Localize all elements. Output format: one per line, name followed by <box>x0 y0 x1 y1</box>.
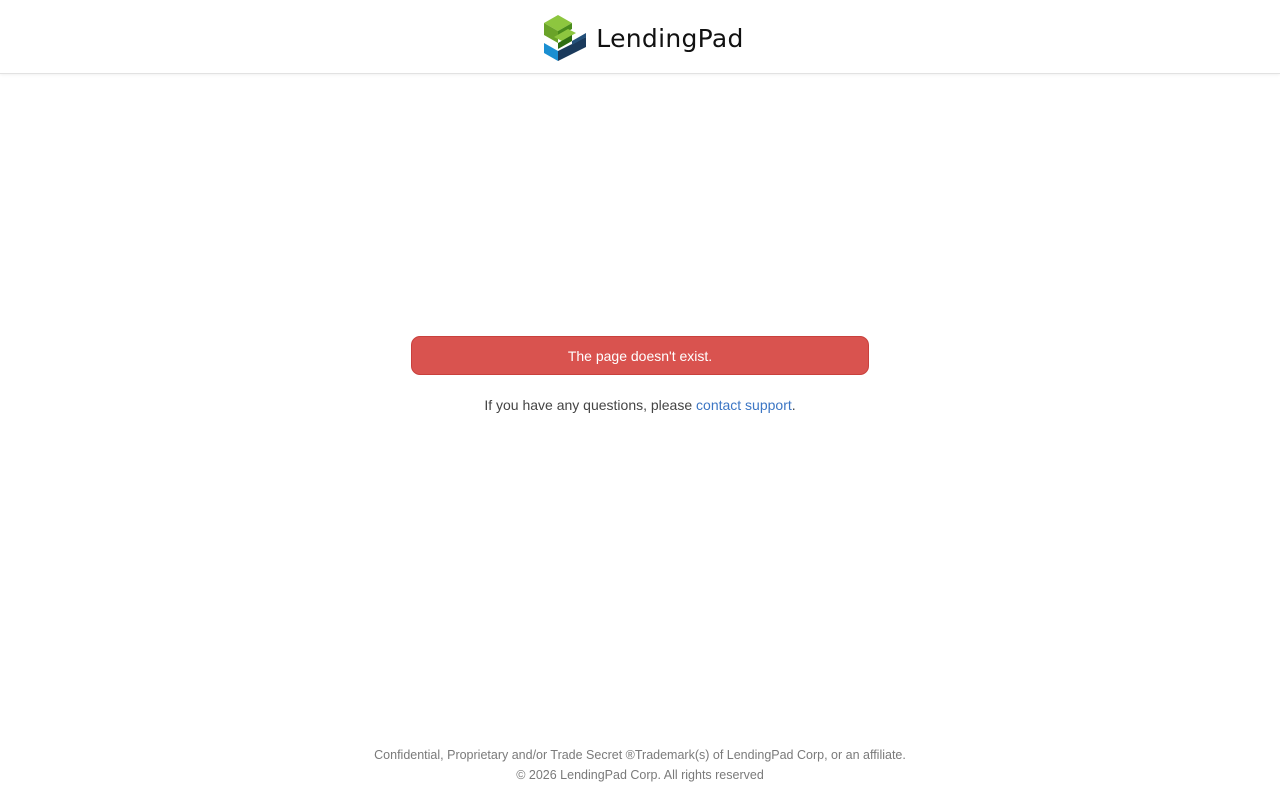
error-message: The page doesn't exist. <box>567 347 713 364</box>
footer-confidential-notice: Confidential, Proprietary and/or Trade S… <box>374 748 906 762</box>
error-alert: The page doesn't exist. <box>411 336 869 375</box>
help-text: If you have any questions, please contac… <box>0 397 1280 413</box>
logo-wordmark: LendingPad <box>596 24 744 53</box>
contact-support-link[interactable]: contact support <box>696 397 792 413</box>
footer: Confidential, Proprietary and/or Trade S… <box>0 745 1280 785</box>
help-prefix: If you have any questions, please <box>484 397 697 413</box>
footer-copyright: © 2026 LendingPad Corp. All rights reser… <box>516 768 764 782</box>
lendingpad-logo[interactable]: LendingPad <box>542 13 743 63</box>
top-header: LendingPad <box>0 0 1280 74</box>
help-suffix: . <box>791 397 796 413</box>
lendingpad-logo-icon <box>544 14 587 61</box>
